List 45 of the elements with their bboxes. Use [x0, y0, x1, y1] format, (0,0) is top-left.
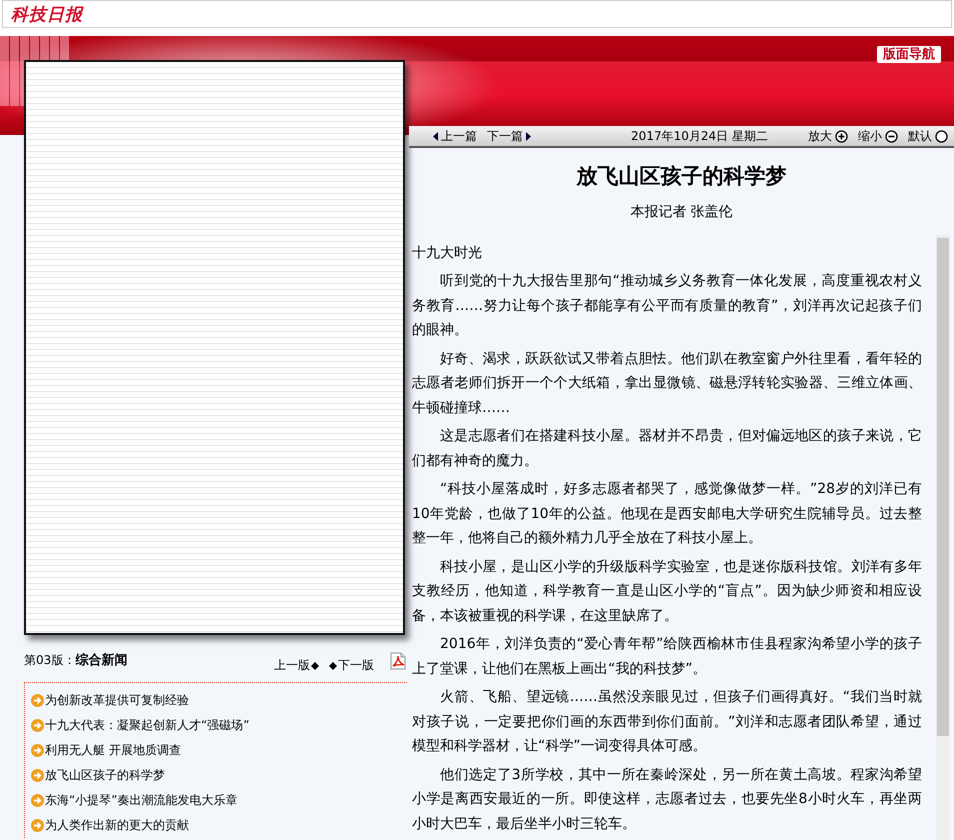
zoom-in-link[interactable]: 放大 [808, 128, 848, 145]
section-label: 十九大时光 [412, 244, 483, 263]
article-paragraph: 听到党的十九大报告里那句“推动城乡义务教育一体化发展，高度重视农村义务教育……努力让每个孩子都能享有公平而有质量的教育”，刘洋再次记起孩子们的眼神。 [412, 272, 922, 340]
article-title: 放飞山区孩子的科学梦 [575, 163, 788, 190]
diamond-icon [329, 662, 337, 670]
headline-link[interactable]: 利用无人艇 开展地质调查 [45, 742, 181, 759]
headline-link[interactable]: 放飞山区孩子的科学梦 [45, 767, 165, 784]
headline-link[interactable]: 东海“小提琴”奏出潮流能发电大乐章 [45, 792, 238, 809]
issue-date: 2017年10月24日 星期二 [630, 128, 768, 145]
article-paragraph: 这是志愿者们在搭建科技小屋。器材并不昂贵，但对偏远地区的孩子来说，它们都有神奇的魔力。 [412, 427, 922, 470]
scrollbar[interactable] [936, 235, 950, 840]
pdf-icon[interactable] [390, 652, 406, 670]
arrow-circle-icon [31, 719, 44, 732]
next-article-link[interactable]: 下一篇 [487, 128, 531, 145]
arrow-circle-icon [31, 769, 44, 782]
minus-circle-icon [885, 130, 898, 143]
previous-edition-link[interactable]: 上一版 [274, 657, 319, 674]
arrow-circle-icon [31, 794, 44, 807]
newspaper-logo[interactable]: 科技日报 [11, 2, 83, 26]
next-edition-link[interactable]: 下一版 [329, 657, 374, 674]
zoom-out-link[interactable]: 缩小 [858, 128, 898, 145]
default-size-link[interactable]: 默认 [908, 128, 948, 145]
article-paragraph: 科技小屋，是山区小学的升级版科学实验室，也是迷你版科技馆。刘洋有多年支教经历，他知道，科学教育一直是山区小学的“盲点”。因为缺少师资和相应设备，本该被重视的科学课，在这里缺席了。 [412, 558, 922, 626]
plus-circle-icon [835, 130, 848, 143]
article-paragraph: 他们选定了3所学校，其中一所在秦岭深处，另一所在黄土高坡。程家沟希望小学是离西安最近的一所。即使这样，志愿者过去，也要先坐8小时火车，再坐两小时大巴车，最后坐半小时三轮车。 [412, 766, 922, 834]
article-byline: 本报记者 张盖伦 [629, 203, 734, 221]
headline-link[interactable]: 十九大代表：凝聚起创新人才“强磁场” [45, 717, 250, 734]
previous-article-link[interactable]: 上一篇 [433, 128, 477, 145]
article-paragraph: 好奇、渴求，跃跃欲试又带着点胆怯。他们趴在教室窗户外往里看，看年轻的志愿者老师们拆开一个个大纸箱，拿出显微镜、磁悬浮转轮实验器、三维立体画、牛顿碰撞球…… [412, 350, 922, 418]
headline-link[interactable]: 为人类作出新的更大的贡献 [45, 817, 189, 834]
page-navigation-button[interactable]: 版面导航 [877, 46, 941, 63]
left-triangle-icon [433, 132, 438, 141]
diamond-icon [311, 662, 319, 670]
headline-link[interactable]: 为创新改革提供可复制经验 [45, 692, 189, 709]
arrow-circle-icon [31, 744, 44, 757]
article-paragraph: 2016年，刘洋负责的“爱心青年帮”给陕西榆林市佳县程家沟希望小学的孩子上了堂课，让他们在黑板上画出“我的科技梦”。 [412, 635, 922, 678]
arrow-circle-icon [31, 694, 44, 707]
right-triangle-icon [526, 132, 531, 141]
article-paragraph: “科技小屋落成时，好多志愿者都哭了，感觉像做梦一样。”28岁的刘洋已有10年党龄，也做了10年的公益。他现在是西安邮电大学研究生院辅导员。过去整整一年，他将自己的额外精力几乎全放在了科技小屋上。 [412, 480, 922, 548]
newspaper-page-placeholder[interactable] [24, 60, 405, 635]
scrollbar-thumb[interactable] [937, 238, 949, 736]
circle-icon [935, 130, 948, 143]
arrow-circle-icon [31, 819, 44, 832]
edition-title: 第03版：综合新闻 [24, 652, 128, 669]
article-paragraph: 火箭、飞船、望远镜……虽然没亲眼见过，但孩子们画得真好。“我们当时就对孩子说，一定要把你们画的东西带到你们面前。”刘洋和志愿者团队希望，通过模型和科学器材，让“科学”一词变得具体可感。 [412, 688, 922, 756]
